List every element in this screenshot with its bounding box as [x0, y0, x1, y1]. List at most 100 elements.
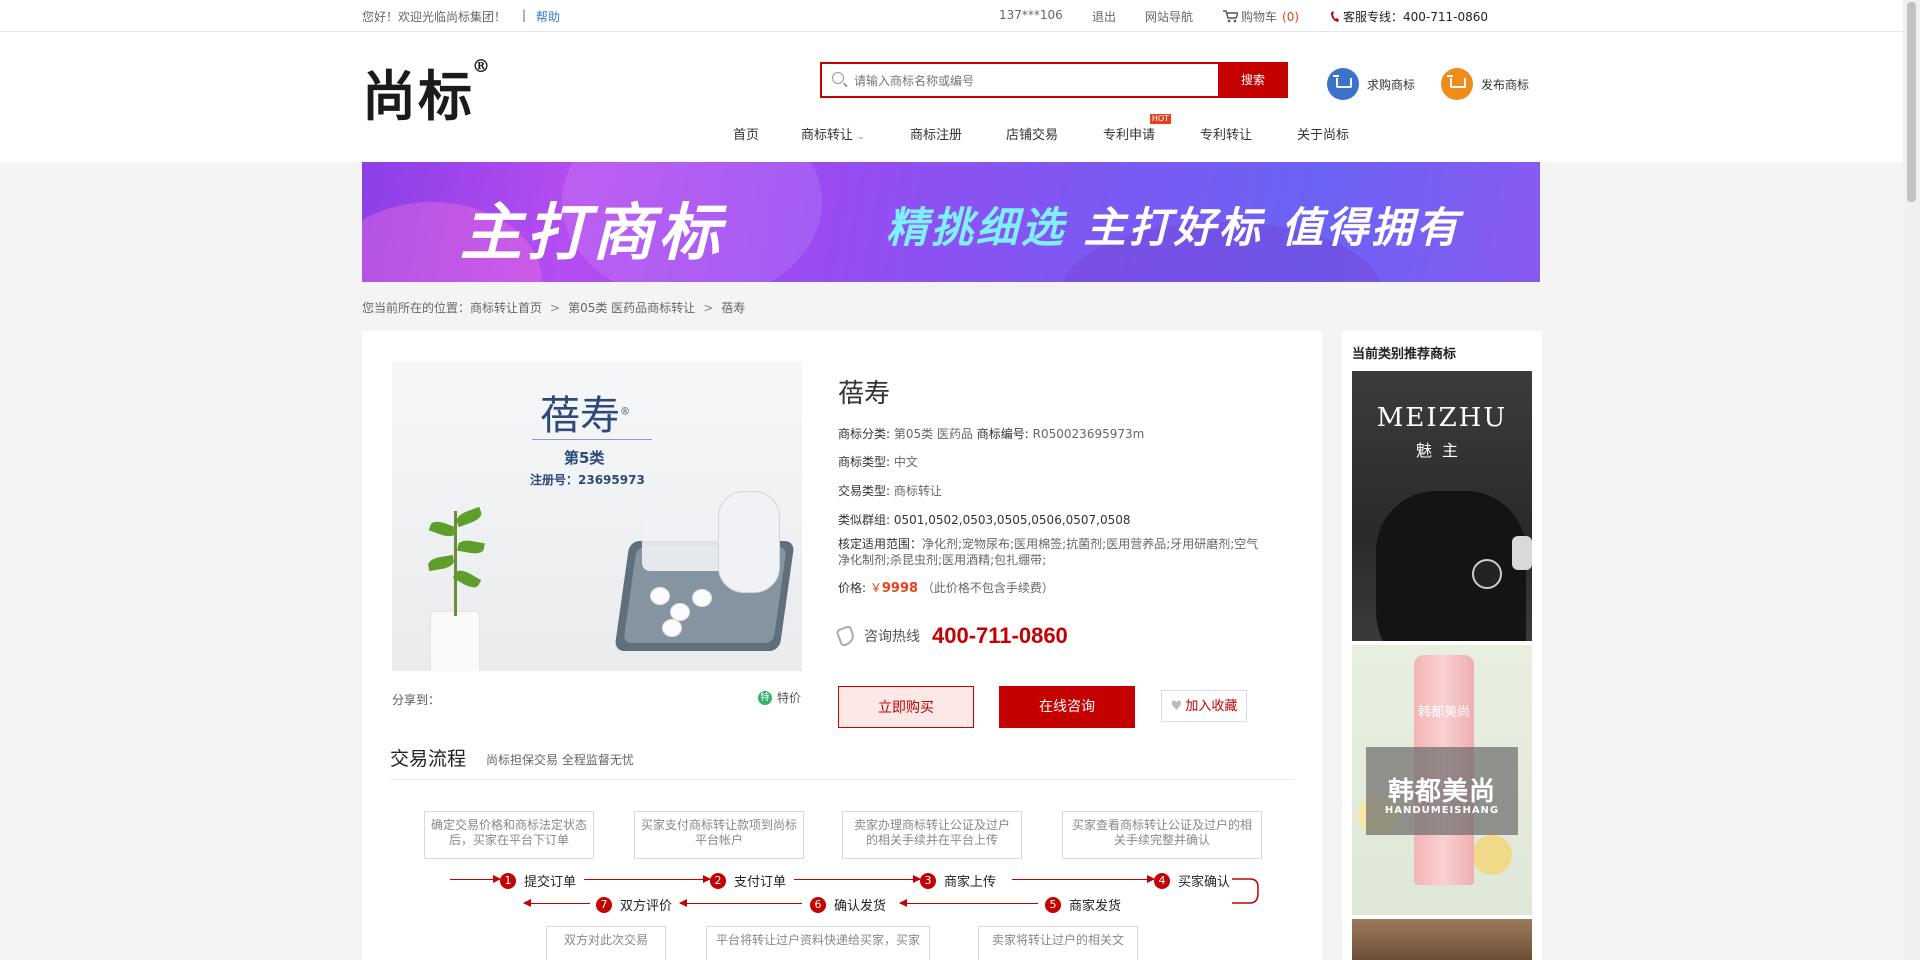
flow-step-number: 4 — [1154, 872, 1170, 889]
scope-row: 核定适用范围：净化剂;宠物尿布;医用棉签;抗菌剂;医用营养品;牙用研磨剂;空气净… — [838, 536, 1268, 568]
nav-item-patent-transfer[interactable]: 专利转让 — [1200, 124, 1252, 143]
product-image[interactable]: 蓓寿® 第5类 注册号：23695973 — [392, 361, 802, 671]
special-price-tag[interactable]: 特 特价 — [758, 689, 801, 706]
trade-label: 交易类型: — [838, 484, 891, 498]
cart-label: 购物车 — [1241, 10, 1278, 24]
cart-link[interactable]: 购物车 (0) — [1223, 8, 1299, 25]
recommend-item[interactable]: MEIZHU 魅主 — [1352, 371, 1532, 641]
site-nav-link[interactable]: 网站导航 — [1145, 8, 1193, 25]
leaf-shape — [454, 506, 484, 528]
leaf-shape — [427, 554, 455, 572]
scrollbar-thumb[interactable] — [1907, 2, 1916, 202]
logo-text: 尚标 — [362, 64, 474, 128]
nav-item-store-trade[interactable]: 店铺交易 — [1006, 124, 1058, 143]
flow-step: 2 支付订单 — [710, 871, 786, 890]
cart-count: (0) — [1282, 9, 1300, 24]
add-favorite-button[interactable]: ♥ 加入收藏 — [1161, 690, 1247, 722]
image-trademark-name: 蓓寿® — [540, 383, 630, 441]
earpiece-shape — [1376, 491, 1526, 641]
hot-badge: HOT — [1149, 114, 1172, 124]
publish-trademark-button[interactable]: 发布商标 — [1441, 68, 1529, 100]
price-label: 价格: — [838, 581, 867, 595]
banner-slogan-b: 主打好标 — [1083, 203, 1264, 252]
sidebar-title: 当前类别推荐商标 — [1352, 347, 1457, 362]
trade-row: 交易类型: 商标转让 — [838, 482, 942, 499]
flow-arrow — [584, 875, 711, 883]
flow-note: 买家支付商标转让款项到尚标平台帐户 — [634, 811, 804, 859]
number-label: 商标编号: — [976, 427, 1029, 441]
buy-trademark-button[interactable]: 求购商标 — [1327, 68, 1415, 100]
product-name: 蓓寿 — [838, 379, 891, 409]
nav-item-register[interactable]: 商标注册 — [910, 124, 962, 143]
flow-arrow — [450, 875, 501, 883]
buy-cart-icon — [1327, 68, 1359, 100]
plant-pot — [430, 611, 480, 671]
price-row: 价格: ￥9998 （此价格不包含手续费） — [838, 579, 1054, 596]
flow-arrow — [794, 875, 921, 883]
consult-label: 咨询热线 — [864, 629, 920, 645]
page-scrollbar[interactable] — [1903, 0, 1920, 960]
flow-note: 确定交易价格和商标法定状态后，买家在平台下订单 — [424, 811, 594, 859]
publish-trademark-label: 发布商标 — [1481, 77, 1530, 92]
search-icon — [832, 72, 844, 84]
breadcrumb-level2[interactable]: 第05类 医药品商标转让 — [568, 301, 695, 315]
rec1-brand-cn: 魅主 — [1415, 441, 1468, 460]
product-panel: 蓓寿® 第5类 注册号：23695973 分享到： 特 特价 蓓寿 商标分类: … — [362, 331, 1322, 960]
flow-arrow — [899, 899, 1038, 907]
category-value: 第05类 医药品 — [893, 427, 973, 441]
nav-item-home[interactable]: 首页 — [733, 124, 759, 143]
breadcrumb-prefix: 您当前所在的位置： — [362, 301, 471, 315]
flow-step-label: 买家确认 — [1178, 875, 1231, 890]
flow-step-number: 7 — [596, 896, 612, 913]
flow-step: 1 提交订单 — [500, 871, 576, 890]
group-label: 类似群组: — [838, 513, 891, 527]
special-price-label: 特价 — [777, 691, 802, 705]
account-link[interactable]: 137***106 — [999, 8, 1063, 22]
flow-title: 交易流程 — [390, 748, 467, 770]
flow-arrow — [523, 899, 590, 907]
phone-icon — [835, 624, 857, 648]
breadcrumb-level1[interactable]: 商标转让首页 — [470, 301, 542, 315]
image-class: 第5类 — [564, 449, 605, 467]
flow-step-number: 5 — [1045, 896, 1061, 913]
recommend-item[interactable]: 韩都美尚 韩都美尚 HANDUMEISHANG — [1352, 645, 1532, 915]
help-link[interactable]: 帮助 — [536, 8, 560, 25]
price-value: 9998 — [881, 581, 919, 596]
type-value: 中文 — [893, 455, 918, 469]
scope-label: 核定适用范围： — [838, 537, 923, 551]
flow-note: 卖家将转让过户的相关文 — [978, 926, 1138, 960]
site-logo[interactable]: 尚标 ® — [362, 52, 490, 131]
flow-divider — [390, 779, 1294, 780]
bandage-roll — [718, 491, 780, 593]
promo-banner[interactable]: 主打商标 精挑细选 主打好标 值得拥有 — [362, 162, 1540, 282]
image-divider — [532, 439, 652, 440]
flow-step-label: 双方评价 — [620, 899, 673, 914]
nav-item-about[interactable]: 关于尚标 — [1297, 124, 1349, 143]
banner-slogan-a: 精挑细选 — [886, 203, 1067, 252]
type-label: 商标类型: — [838, 455, 891, 469]
group-row: 类似群组: 0501,0502,0503,0505,0506,0507,0508 — [838, 511, 1131, 528]
recommend-item[interactable] — [1352, 919, 1532, 960]
consult-hotline: 咨询热线 400-711-0860 — [835, 623, 1068, 649]
rec2-brand-en: HANDUMEISHANG — [1384, 805, 1500, 816]
online-consult-button[interactable]: 在线咨询 — [999, 686, 1135, 728]
number-value: R050023695973m — [1032, 427, 1145, 441]
logout-link[interactable]: 退出 — [1092, 8, 1116, 25]
flow-step-label: 提交订单 — [524, 875, 577, 890]
search-input[interactable] — [852, 70, 1176, 92]
nav-item-patent-apply[interactable]: 专利申请 HOT — [1103, 114, 1172, 143]
search-button[interactable]: 搜索 — [1218, 62, 1288, 98]
special-badge-icon: 特 — [758, 690, 772, 705]
group-value: 0501,0502,0503,0505,0506,0507,0508 — [893, 513, 1131, 527]
cart-icon — [1223, 10, 1238, 23]
topbar-divider: | — [522, 8, 527, 22]
flow-subtitle: 尚标担保交易 全程监督无忧 — [486, 753, 634, 767]
nav-item-transfer[interactable]: 商标转让 ⌄ — [801, 124, 865, 143]
earpiece-knob — [1472, 559, 1502, 589]
flow-note: 平台将转让过户资料快递给买家，买家 — [706, 926, 930, 960]
buy-now-button[interactable]: 立即购买 — [838, 686, 974, 728]
rec1-brand: MEIZHU — [1376, 403, 1508, 433]
cotton-ball — [650, 587, 670, 605]
flow-step-number: 3 — [920, 872, 936, 889]
trade-value: 商标转让 — [893, 484, 942, 498]
